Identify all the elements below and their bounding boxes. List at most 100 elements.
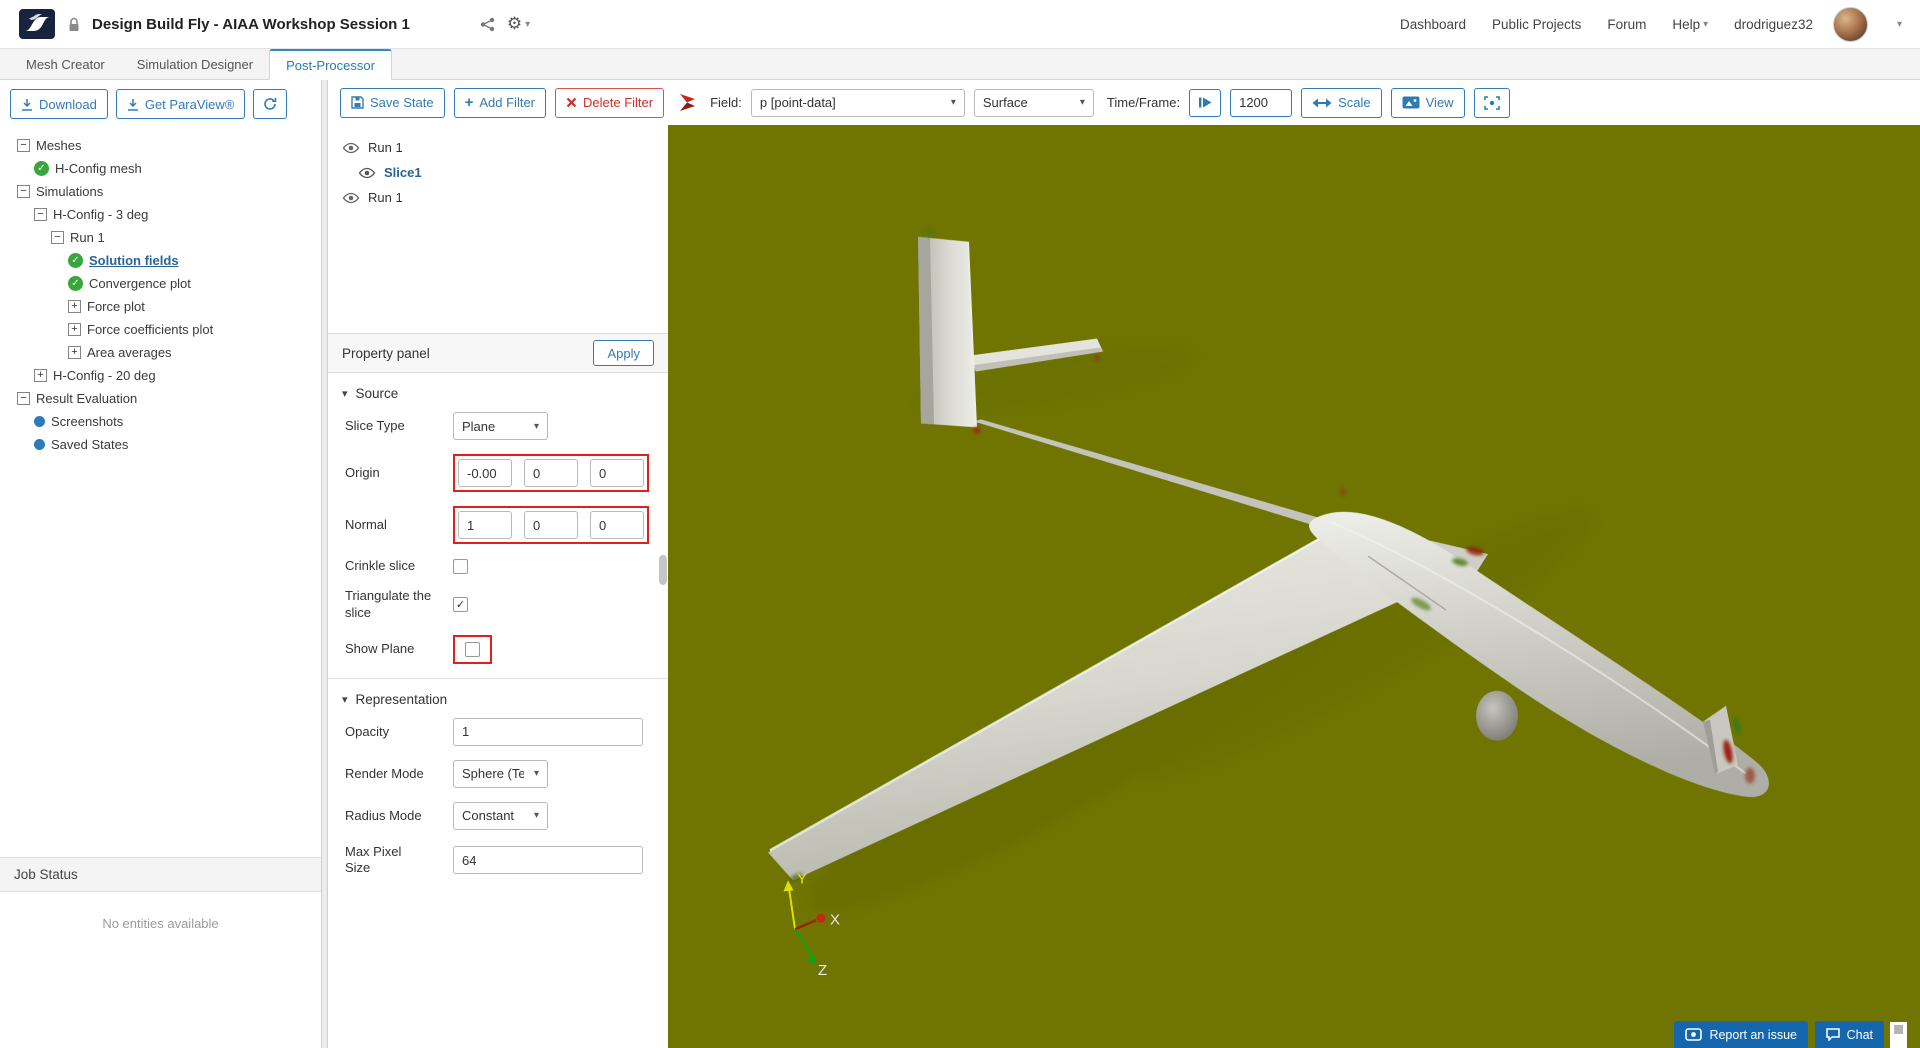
pipeline-item[interactable]: Run 1 xyxy=(328,185,668,210)
pipeline-item-label[interactable]: Slice1 xyxy=(384,165,422,180)
view-button[interactable]: View xyxy=(1390,87,1465,118)
tab-simulation-designer[interactable]: Simulation Designer xyxy=(121,49,269,79)
chevron-down-icon: ▾ xyxy=(533,768,539,780)
scale-button[interactable]: Scale xyxy=(1301,87,1382,118)
origin-z-input[interactable] xyxy=(590,459,644,487)
report-issue-button[interactable]: Report an issue xyxy=(1674,1021,1808,1048)
normal-y-input[interactable] xyxy=(524,511,578,539)
visibility-eye-icon[interactable] xyxy=(342,142,360,154)
nav-dashboard[interactable]: Dashboard xyxy=(1400,17,1466,32)
tree-item-label[interactable]: H-Config - 20 deg xyxy=(53,368,156,383)
view-label: View xyxy=(1425,95,1454,110)
check-icon: ✓ xyxy=(455,599,466,611)
render-mode-select[interactable]: Sphere (Te ▾ xyxy=(453,759,548,788)
tree-item-label[interactable]: Result Evaluation xyxy=(36,391,137,406)
pipeline-item-selected[interactable]: Slice1 xyxy=(328,160,668,185)
collapse-icon[interactable]: − xyxy=(17,185,30,198)
normal-x-input[interactable] xyxy=(458,511,512,539)
lock-icon xyxy=(68,17,80,32)
visibility-eye-icon[interactable] xyxy=(358,167,376,179)
max-pixel-row: Max Pixel Size xyxy=(345,844,654,877)
viewport-3d[interactable]: Y X Z Report an issue Chat xyxy=(668,125,1920,1048)
tree-item: Saved States xyxy=(0,433,321,456)
render-mode-row: Render Mode Sphere (Te ▾ xyxy=(345,759,654,788)
time-frame-input[interactable] xyxy=(1230,88,1293,117)
opacity-input[interactable] xyxy=(453,717,643,746)
report-issue-label: Report an issue xyxy=(1709,1027,1797,1042)
collapse-icon[interactable]: − xyxy=(51,231,64,244)
representation-select[interactable]: Surface ▾ xyxy=(973,88,1094,117)
slice-type-select[interactable]: Plane ▾ xyxy=(453,412,548,440)
play-button[interactable] xyxy=(1189,88,1222,117)
download-button[interactable]: Download xyxy=(10,89,108,119)
max-pixel-input[interactable] xyxy=(453,846,643,874)
project-title: Design Build Fly - AIAA Workshop Session… xyxy=(92,15,410,33)
nav-help[interactable]: Help ▾ xyxy=(1672,17,1708,32)
sidebar-resize-handle[interactable] xyxy=(321,80,328,1048)
save-state-button[interactable]: Save State xyxy=(340,87,445,118)
pipeline-item[interactable]: Run 1 xyxy=(328,135,668,160)
expand-icon[interactable]: + xyxy=(68,323,81,336)
refresh-button[interactable] xyxy=(253,89,288,119)
scrollbar-corner-thumb[interactable] xyxy=(1894,1025,1903,1034)
expand-icon[interactable]: + xyxy=(68,300,81,313)
tab-mesh-creator[interactable]: Mesh Creator xyxy=(10,49,121,79)
radius-mode-select[interactable]: Constant ▾ xyxy=(453,801,548,830)
field-select[interactable]: p [point-data] ▾ xyxy=(750,88,965,117)
collapse-icon[interactable]: − xyxy=(17,139,30,152)
source-section-header[interactable]: ▾ Source xyxy=(328,373,668,412)
capture-button[interactable] xyxy=(1473,87,1510,118)
slice-type-label: Slice Type xyxy=(345,417,405,433)
pipeline-item-label[interactable]: Run 1 xyxy=(368,140,403,155)
tree-item-label[interactable]: Force plot xyxy=(87,299,145,314)
collapse-icon[interactable]: − xyxy=(34,208,47,221)
nav-public-projects[interactable]: Public Projects xyxy=(1492,17,1581,32)
tree-item: + Force plot xyxy=(0,295,321,318)
delete-filter-button[interactable]: Delete Filter xyxy=(555,87,665,118)
app-logo-icon[interactable] xyxy=(18,8,56,40)
tree-item-label[interactable]: Simulations xyxy=(36,184,103,199)
settings-gear-icon[interactable]: ⚙ ▾ xyxy=(507,14,530,34)
panel-scrollbar-thumb[interactable] xyxy=(659,555,667,585)
tree-item-label[interactable]: Force coefficients plot xyxy=(87,322,213,337)
origin-y-input[interactable] xyxy=(524,459,578,487)
normal-z-input[interactable] xyxy=(590,511,644,539)
get-paraview-button[interactable]: Get ParaView® xyxy=(115,89,246,119)
tree-item-label[interactable]: Convergence plot xyxy=(89,276,191,291)
chat-button[interactable]: Chat xyxy=(1814,1021,1884,1048)
add-filter-button[interactable]: + Add Filter xyxy=(453,87,547,118)
representation-section-header[interactable]: ▾ Representation xyxy=(328,679,668,718)
triangulate-row: Triangulate the slice ✓ xyxy=(345,588,654,621)
landing-gear-pod xyxy=(1476,690,1518,741)
check-icon: ✓ xyxy=(68,253,83,268)
apply-button[interactable]: Apply xyxy=(593,340,654,366)
postprocessor-toolbar: Save State + Add Filter Delete Filter Fi… xyxy=(328,80,1920,125)
nav-forum[interactable]: Forum xyxy=(1607,17,1646,32)
scrollbar-corner[interactable] xyxy=(1890,1022,1907,1048)
tab-post-processor[interactable]: Post-Processor xyxy=(269,49,392,80)
origin-x-input[interactable] xyxy=(458,459,512,487)
download-icon xyxy=(22,98,32,111)
collapse-icon[interactable]: − xyxy=(17,392,30,405)
tree-item-label[interactable]: H-Config mesh xyxy=(55,161,142,176)
nav-username[interactable]: drodriguez32 xyxy=(1734,17,1813,32)
check-icon: ✓ xyxy=(34,161,49,176)
triangulate-checkbox[interactable]: ✓ xyxy=(453,597,468,612)
visibility-eye-icon[interactable] xyxy=(342,192,360,204)
tree-item-label[interactable]: Screenshots xyxy=(51,414,123,429)
tree-item-label[interactable]: Area averages xyxy=(87,345,172,360)
tree-item-label[interactable]: Saved States xyxy=(51,437,128,452)
expand-icon[interactable]: + xyxy=(34,369,47,382)
pipeline-item-label[interactable]: Run 1 xyxy=(368,190,403,205)
show-plane-checkbox[interactable] xyxy=(465,641,480,657)
chat-icon xyxy=(1825,1028,1840,1041)
crinkle-slice-checkbox[interactable] xyxy=(453,558,468,574)
expand-icon[interactable]: + xyxy=(68,346,81,359)
tree-item-label[interactable]: H-Config - 3 deg xyxy=(53,207,148,222)
tree-item-label[interactable]: Run 1 xyxy=(70,230,105,245)
tree-item-label[interactable]: Meshes xyxy=(36,138,82,153)
share-icon[interactable] xyxy=(480,17,495,32)
user-avatar[interactable] xyxy=(1832,6,1868,42)
tree-item-label[interactable]: Solution fields xyxy=(89,253,179,268)
user-menu-caret-icon[interactable]: ▾ xyxy=(1897,19,1902,30)
